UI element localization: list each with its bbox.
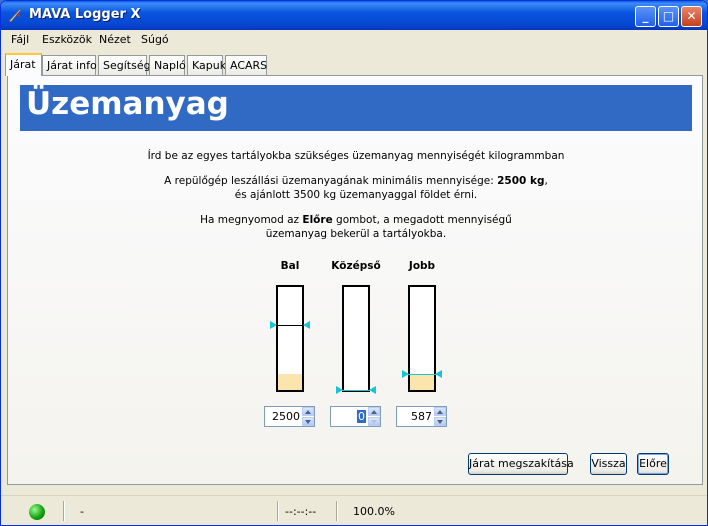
back-button[interactable]: Vissza <box>590 453 627 475</box>
status-divider <box>277 501 279 521</box>
tank-right-label: Jobb <box>408 260 436 272</box>
menu-tools[interactable]: Eszközök <box>42 33 92 46</box>
tank-right-spin <box>434 407 446 426</box>
page-header: Üzemanyag <box>20 85 692 131</box>
spin-down-icon[interactable] <box>302 417 314 426</box>
tank-right-value[interactable]: 587 <box>399 410 432 423</box>
tab-gates[interactable]: Kapuk <box>187 55 226 75</box>
next-hint-pre: Ha megnyomod az <box>200 214 303 226</box>
tank-center-value[interactable]: 0 <box>357 410 366 423</box>
tank-right-input[interactable]: 587 <box>396 406 447 427</box>
marker-line <box>408 374 436 375</box>
abort-flight-button[interactable]: Járat megszakítása <box>468 453 574 475</box>
status-divider <box>336 501 338 521</box>
menu-view[interactable]: Nézet <box>99 33 131 46</box>
tank-center-marker[interactable] <box>336 386 376 395</box>
marker-right-arrow-icon <box>435 370 442 378</box>
title-bar[interactable]: MAVA Logger X _ □ ✕ <box>1 1 707 30</box>
next-hint-post: gombot, a megadott mennyiségű <box>332 214 512 226</box>
tab-acars[interactable]: ACARS <box>225 55 267 75</box>
tab-flight-info[interactable]: Járat info <box>42 55 97 75</box>
page-title: Üzemanyag <box>26 86 229 122</box>
tab-help[interactable]: Segítség <box>98 55 151 75</box>
min-fuel-text: A repülőgép leszállási üzemanyagának min… <box>8 174 704 202</box>
minimize-button[interactable]: _ <box>635 6 656 27</box>
status-divider <box>63 501 65 521</box>
spin-up-icon[interactable] <box>368 407 380 416</box>
tank-left-input[interactable]: 2500 <box>264 406 315 427</box>
tank-left-marker[interactable] <box>270 321 310 330</box>
marker-line <box>276 325 304 326</box>
tab-log[interactable]: Napló <box>149 55 186 75</box>
spin-up-icon[interactable] <box>302 407 314 416</box>
tank-center-spin <box>368 407 380 426</box>
app-window: MAVA Logger X _ □ ✕ Fájl Eszközök Nézet … <box>0 0 708 526</box>
next-button[interactable]: Előre <box>637 453 669 475</box>
intro-text: Írd be az egyes tartályokba szükséges üz… <box>147 150 565 162</box>
min-fuel-comma: , <box>544 175 548 187</box>
status-bar: - --:--:-- 100.0% <box>1 495 707 525</box>
close-button[interactable]: ✕ <box>681 6 702 27</box>
marker-right-arrow-icon <box>303 321 310 329</box>
tank-left-gauge <box>276 285 304 392</box>
menu-help[interactable]: Súgó <box>141 33 169 46</box>
menu-bar: Fájl Eszközök Nézet Súgó <box>1 30 707 50</box>
status-time: --:--:-- <box>285 505 317 518</box>
spin-up-icon[interactable] <box>434 407 446 416</box>
window-title: MAVA Logger X <box>29 7 141 22</box>
next-hint-bold: Előre <box>302 214 333 226</box>
tank-center-gauge <box>342 285 370 392</box>
min-fuel-value: 2500 kg <box>497 175 545 187</box>
app-logo-icon <box>8 8 22 23</box>
next-hint-text: Ha megnyomod az Előre gombot, a megadott… <box>8 213 704 241</box>
tab-flight[interactable]: Járat <box>5 53 42 76</box>
tank-left-label: Bal <box>280 260 300 272</box>
maximize-button[interactable]: □ <box>658 6 679 27</box>
min-fuel-label: A repülőgép leszállási üzemanyagának min… <box>164 175 498 187</box>
status-percent: 100.0% <box>353 505 395 518</box>
tank-right-marker[interactable] <box>402 370 442 379</box>
spin-down-icon[interactable] <box>434 417 446 426</box>
fuel-panel: Üzemanyag Írd be az egyes tartályokba sz… <box>7 75 703 485</box>
tank-left-spin <box>302 407 314 426</box>
tank-left-value[interactable]: 2500 <box>267 410 300 423</box>
marker-right-arrow-icon <box>369 386 376 394</box>
status-text: - <box>80 505 84 518</box>
close-icon: ✕ <box>686 9 697 23</box>
recommended-fuel-text: és ajánlott 3500 kg üzemanyaggal földet … <box>234 189 478 201</box>
maximize-icon: □ <box>662 9 675 23</box>
tank-center-input[interactable]: 0 <box>330 406 381 427</box>
tank-center-label: Középső <box>331 260 381 272</box>
connection-status-icon <box>29 504 45 520</box>
minimize-icon: _ <box>642 9 649 23</box>
menu-file[interactable]: Fájl <box>11 33 29 46</box>
next-hint-line2: üzemanyag bekerül a tartályokba. <box>265 228 447 240</box>
spin-down-icon[interactable] <box>368 417 380 426</box>
tank-left-fill <box>278 374 302 390</box>
marker-line <box>342 390 370 391</box>
